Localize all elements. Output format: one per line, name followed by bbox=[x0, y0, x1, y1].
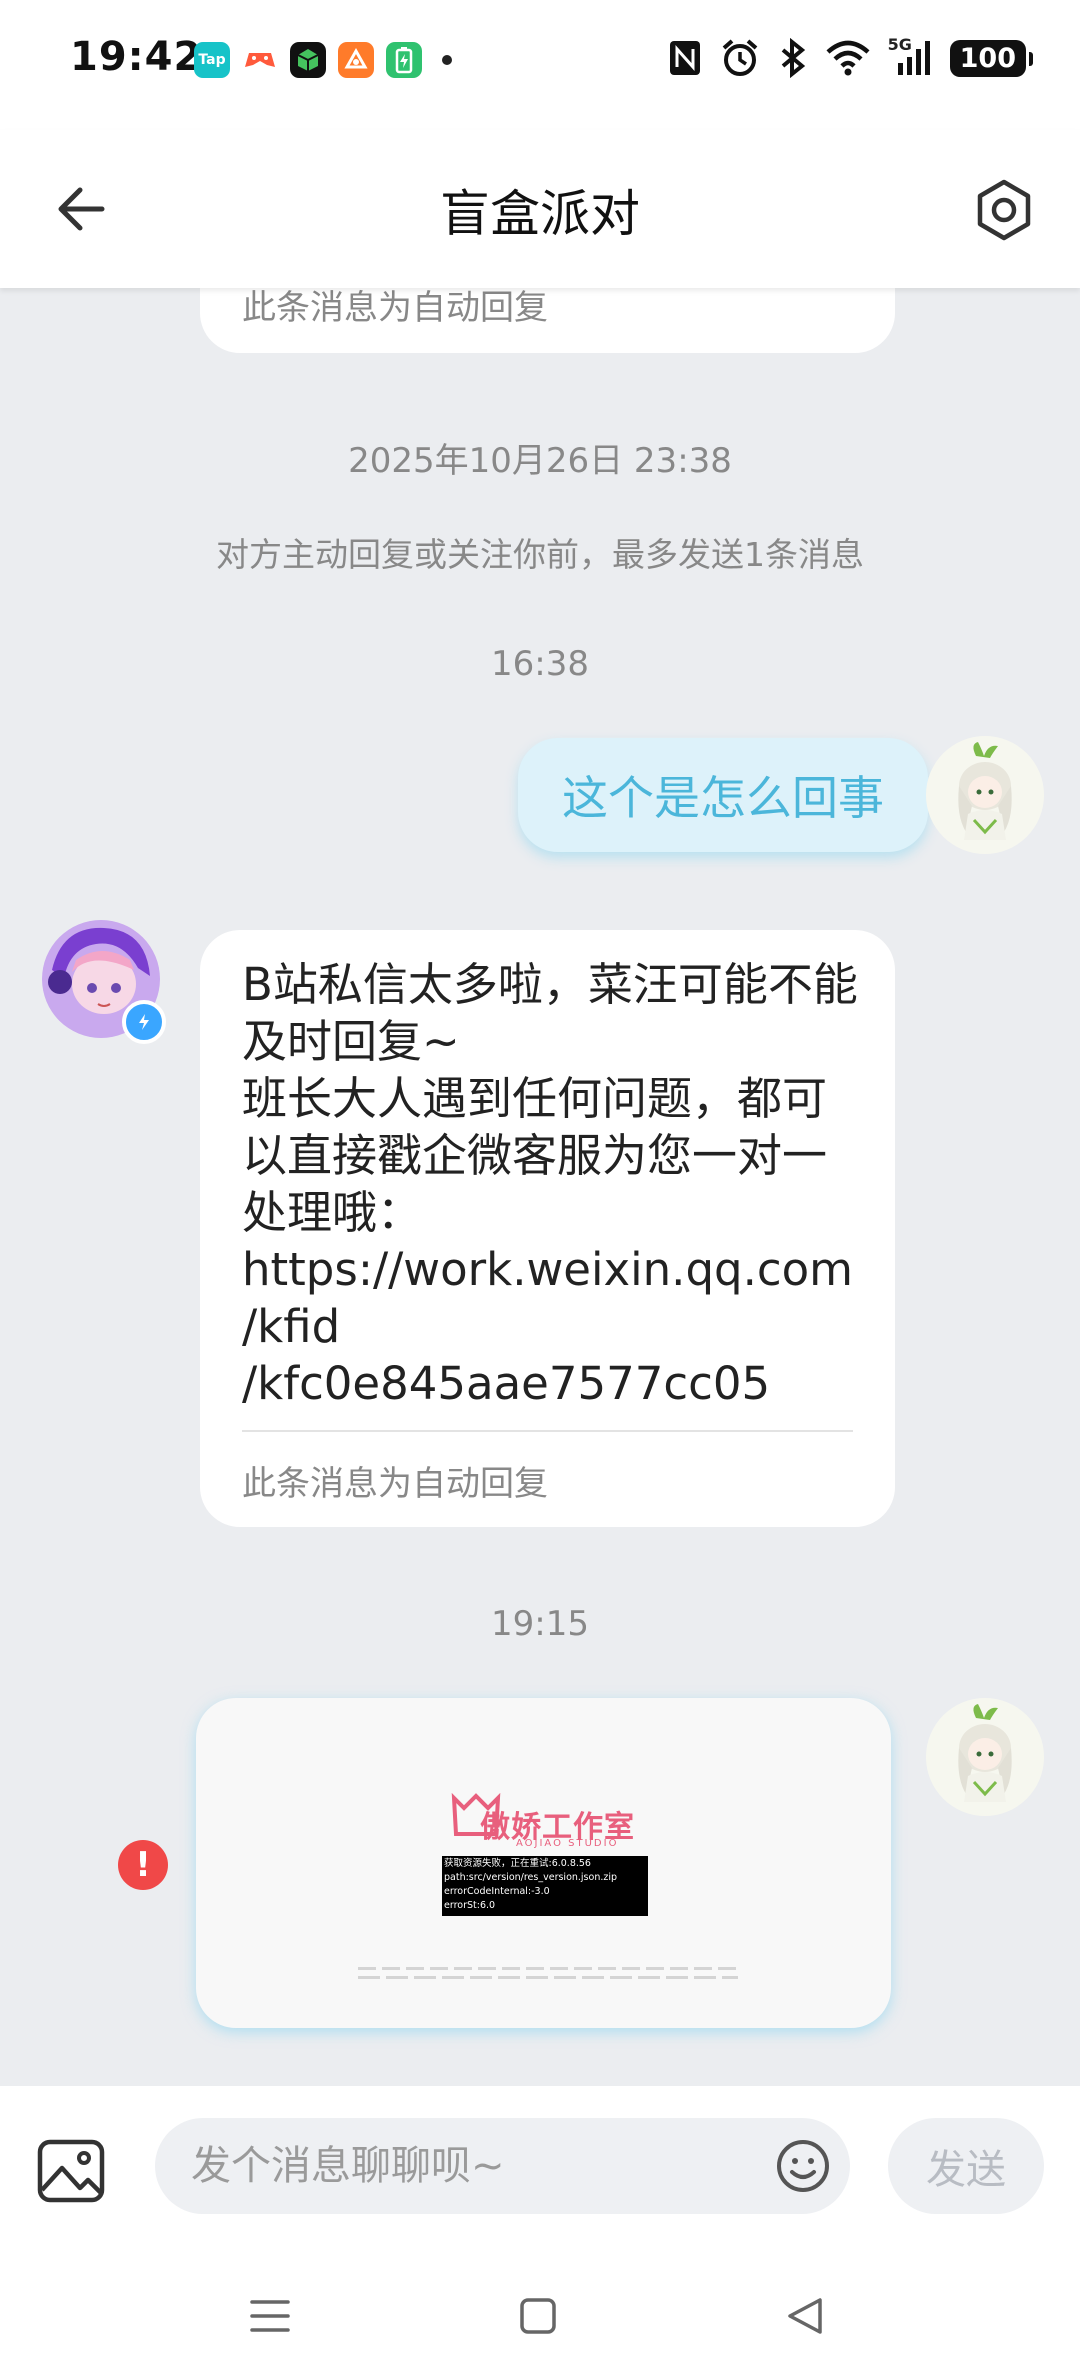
image-message-bubble[interactable]: 傲娇工作室 AOJIAO STUDIO 获取资源失败，正在重试:6.0.8.56… bbox=[196, 1698, 891, 2028]
auto-reply-note: 此条消息为自动回复 bbox=[242, 1464, 548, 1504]
message-input-bar: 发送 bbox=[0, 2086, 1080, 2256]
message-input[interactable] bbox=[155, 2118, 850, 2214]
error-line: errorSt:6.0 bbox=[444, 1900, 496, 1911]
error-line: path:src/version/res_version.json.zip bbox=[444, 1872, 618, 1883]
studio-logo-subtext: AOJIAO STUDIO bbox=[516, 1838, 619, 1849]
divider bbox=[242, 1430, 853, 1432]
message-limit-notice: 对方主动回复或关注你前，最多发送1条消息 bbox=[216, 535, 864, 574]
my-avatar[interactable] bbox=[926, 736, 1044, 854]
orange-app-icon bbox=[338, 42, 374, 78]
status-time: 19:42 bbox=[70, 34, 203, 80]
chat-messages[interactable]: 此条消息为自动回复 2025年10月26日 23:38 对方主动回复或关注你前，… bbox=[0, 288, 1080, 2086]
home-button[interactable] bbox=[508, 2286, 568, 2346]
system-navigation-bar bbox=[0, 2256, 1080, 2374]
my-message-bubble[interactable]: 这个是怎么回事 bbox=[518, 738, 928, 852]
game-controller-icon bbox=[242, 42, 278, 78]
image-icon bbox=[37, 2139, 105, 2203]
cube-app-icon bbox=[290, 42, 326, 78]
taptap-icon: Tap bbox=[194, 42, 230, 78]
system-back-button[interactable] bbox=[776, 2286, 836, 2346]
menu-icon bbox=[250, 2300, 290, 2332]
battery-saver-icon bbox=[386, 42, 422, 78]
triangle-back-icon bbox=[788, 2298, 822, 2334]
contact-message-bubble[interactable]: B站私信太多啦，菜汪可能不能及时回复~ 班长大人遇到任何问题，都可以直接戳企微客… bbox=[200, 930, 895, 1527]
nfc-icon bbox=[669, 41, 700, 75]
send-button[interactable]: 发送 bbox=[888, 2118, 1044, 2214]
timestamp: 16:38 bbox=[491, 644, 589, 684]
battery-indicator: 100 bbox=[949, 39, 1034, 77]
status-indicators: 5G 100 bbox=[668, 35, 1034, 78]
timestamp: 19:15 bbox=[491, 1604, 589, 1644]
gear-icon bbox=[977, 179, 1031, 241]
my-message-text: 这个是怎么回事 bbox=[562, 771, 884, 825]
chat-header: 盲盒派对 bbox=[0, 130, 1080, 288]
contact-message-text[interactable]: B站私信太多啦，菜汪可能不能及时回复~ 班长大人遇到任何问题，都可以直接戳企微客… bbox=[242, 956, 862, 1412]
verified-badge-icon bbox=[122, 1000, 166, 1044]
emoji-button[interactable] bbox=[775, 2138, 831, 2194]
auto-reply-note: 此条消息为自动回复 bbox=[242, 288, 548, 328]
settings-button[interactable] bbox=[964, 170, 1044, 250]
send-failed-icon[interactable]: ! bbox=[118, 1840, 168, 1890]
error-line: errorCodeInternal:-3.0 bbox=[444, 1886, 550, 1897]
error-line: 获取资源失败，正在重试:6.0.8.56 bbox=[444, 1858, 591, 1869]
message-bubble-auto-reply-previous[interactable]: 此条消息为自动回复 bbox=[200, 288, 895, 353]
smiley-icon bbox=[777, 2140, 829, 2192]
my-avatar[interactable] bbox=[926, 1698, 1044, 1816]
timestamp: 2025年10月26日 23:38 bbox=[348, 441, 732, 481]
alarm-icon bbox=[722, 39, 757, 76]
image-picker-button[interactable] bbox=[36, 2136, 106, 2206]
wifi-icon bbox=[826, 40, 870, 76]
cellular-signal-icon: 5G bbox=[888, 35, 932, 77]
status-bar: 19:42 Tap 5G 100 bbox=[0, 0, 1080, 130]
more-notifications-dot bbox=[442, 55, 452, 65]
status-app-icons: Tap bbox=[194, 42, 452, 78]
bluetooth-icon bbox=[781, 38, 805, 78]
recent-apps-button[interactable] bbox=[240, 2286, 300, 2346]
square-icon bbox=[520, 2298, 556, 2334]
error-log-box: 获取资源失败，正在重试:6.0.8.56 path:src/version/re… bbox=[442, 1856, 648, 1916]
footer-fine-print bbox=[358, 1964, 738, 1986]
page-title: 盲盒派对 bbox=[440, 185, 640, 243]
screenshot-image: 傲娇工作室 AOJIAO STUDIO 获取资源失败，正在重试:6.0.8.56… bbox=[196, 1698, 891, 2028]
